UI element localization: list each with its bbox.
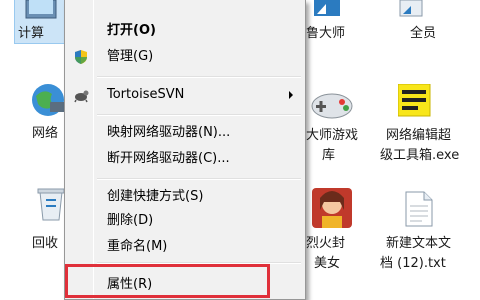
- menu-item-manage[interactable]: 管理(G): [67, 46, 303, 68]
- shortcut-icon[interactable]: [398, 0, 426, 18]
- desktop-label-toolbox-2: 级工具箱.exe: [380, 148, 460, 163]
- menu-separator: [97, 178, 301, 180]
- uac-shield-icon: [75, 50, 87, 64]
- tortoise-icon: [74, 90, 89, 103]
- gamepad-icon[interactable]: [310, 86, 354, 122]
- desktop-label-recycle: 回收: [32, 236, 59, 251]
- annotation-highlight-box: [65, 264, 270, 298]
- desktop-label-ludashi: 鲁大师: [306, 26, 346, 41]
- desktop-label-computer: 计算: [18, 26, 45, 41]
- desktop-label-game2-2: 美女: [314, 256, 341, 271]
- recycle-bin-icon[interactable]: [36, 186, 66, 222]
- computer-icon: [25, 0, 57, 19]
- menu-item-disconnect-drive[interactable]: 断开网络驱动器(C)...: [67, 148, 303, 170]
- menu-item-delete[interactable]: 删除(D): [67, 210, 303, 232]
- menu-item-map-drive[interactable]: 映射网络驱动器(N)...: [67, 122, 303, 144]
- desktop-label-toolbox-1: 网络编辑超: [386, 128, 452, 143]
- menu-item-tortoisesvn[interactable]: TortoiseSVN: [67, 84, 303, 106]
- menu-item-label: 删除(D): [107, 213, 154, 228]
- desktop-label-game2-1: 烈火封: [306, 236, 346, 251]
- menu-item-rename[interactable]: 重命名(M): [67, 236, 303, 258]
- menu-item-label: 重命名(M): [107, 239, 168, 254]
- menu-item-label: 打开(O): [107, 23, 156, 38]
- desktop-label-quanyuan: 全员: [410, 26, 437, 41]
- context-menu: 打开(O) 管理(G) TortoiseSVN 映射网络驱动器(N)... 断开…: [64, 0, 306, 300]
- menu-item-label: 管理(G): [107, 49, 154, 64]
- desktop-label-network: 网络: [32, 126, 59, 141]
- game-character-icon[interactable]: [312, 188, 352, 228]
- network-globe-icon[interactable]: [30, 82, 66, 118]
- desktop-label-textfile-2: 档 (12).txt: [380, 256, 446, 271]
- toolbox-icon[interactable]: [398, 84, 432, 118]
- menu-item-label: 映射网络驱动器(N)...: [107, 125, 231, 140]
- text-file-icon[interactable]: [404, 190, 434, 228]
- desktop-label-game-lib-2: 库: [322, 148, 336, 163]
- menu-item-open[interactable]: 打开(O): [67, 20, 303, 42]
- desktop-label-textfile-1: 新建文本文: [386, 236, 452, 251]
- menu-item-label: 断开网络驱动器(C)...: [107, 151, 230, 166]
- menu-item-label: TortoiseSVN: [107, 87, 185, 102]
- menu-separator: [97, 76, 301, 78]
- menu-item-label: 创建快捷方式(S): [107, 189, 204, 204]
- desktop-label-game-lib-1: 大师游戏: [306, 128, 359, 143]
- menu-item-create-shortcut[interactable]: 创建快捷方式(S): [67, 186, 303, 208]
- menu-separator: [97, 114, 301, 116]
- ludashi-icon[interactable]: [314, 0, 342, 18]
- submenu-arrow-icon: [289, 91, 293, 99]
